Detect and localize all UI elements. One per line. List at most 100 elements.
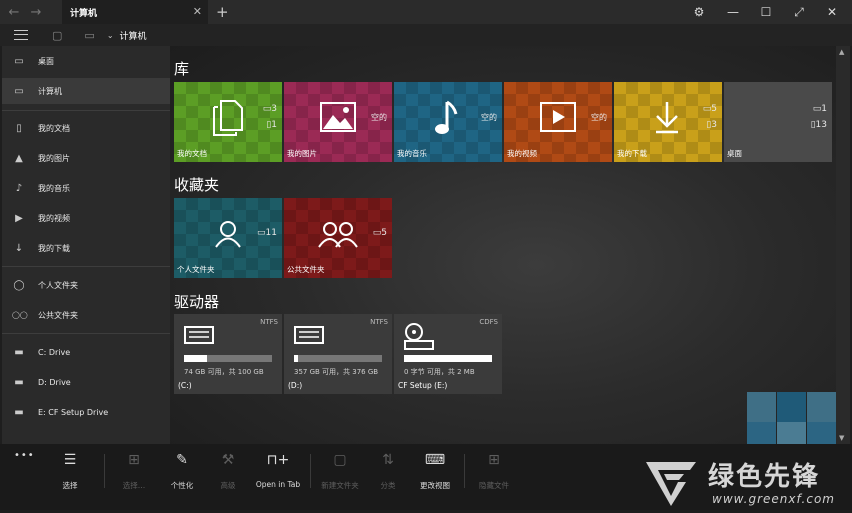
- hard-drive-icon: [184, 326, 214, 344]
- sidebar: ▭ 桌面 ▭ 计算机 ▯ 我的文档 ▲ 我的图片 ♪ 我的音乐 ▶ 我的视频 ↓…: [2, 46, 170, 444]
- drive-icon: ▬: [14, 346, 24, 358]
- watermark-logo-icon: [646, 462, 696, 506]
- chevron-down-icon[interactable]: ⌄: [107, 31, 114, 40]
- more-options-icon[interactable]: •••: [14, 450, 35, 461]
- command-label: 高级: [220, 481, 236, 490]
- watermark-text: 绿色先锋: [708, 462, 821, 492]
- library-tile-music[interactable]: 空的 我的音乐: [394, 82, 502, 162]
- sidebar-item-personal-folder[interactable]: ◯ 个人文件夹: [2, 272, 170, 298]
- library-tile-pictures[interactable]: 空的 我的图片: [284, 82, 392, 162]
- drive-tile-e[interactable]: CDFS 0 字节 可用，共 2 MB CF Setup (E:): [394, 314, 502, 394]
- folder-icon: ▭: [14, 55, 24, 67]
- open-in-tab-command[interactable]: ⊓+ Open in Tab: [250, 452, 306, 489]
- command-separator: [464, 454, 465, 488]
- folder-count: ▭1: [812, 104, 827, 114]
- breadcrumb[interactable]: 计算机: [120, 29, 147, 42]
- drive-tile-c[interactable]: NTFS 74 GB 可用，共 100 GB (C:): [174, 314, 282, 394]
- new-tab-button[interactable]: +: [216, 3, 229, 21]
- pane-icon[interactable]: ▢: [52, 29, 62, 42]
- file-system-label: NTFS: [370, 318, 388, 326]
- sidebar-item-music[interactable]: ♪ 我的音乐: [2, 175, 170, 201]
- sidebar-item-label: C: Drive: [38, 347, 71, 357]
- file-count: ▯13: [810, 120, 827, 130]
- fullscreen-button[interactable]: ⤢: [784, 0, 814, 24]
- capacity-text: 0 字节 可用，共 2 MB: [404, 368, 475, 376]
- folder-count: ▭5: [372, 228, 387, 238]
- tile-label: 个人文件夹: [177, 265, 215, 274]
- sidebar-item-computer[interactable]: ▭ 计算机: [2, 78, 170, 104]
- tab-title: 计算机: [70, 8, 98, 19]
- sidebar-item-desktop[interactable]: ▭ 桌面: [2, 48, 170, 74]
- drive-tile-d[interactable]: NTFS 357 GB 可用，共 376 GB (D:): [284, 314, 392, 394]
- empty-indicator: 空的: [481, 113, 497, 122]
- empty-indicator: 空的: [591, 113, 607, 122]
- music-note-icon: [435, 100, 458, 134]
- sidebar-item-documents[interactable]: ▯ 我的文档: [2, 115, 170, 141]
- section-title-favorites: 收藏夹: [174, 176, 220, 194]
- tab-computer[interactable]: 计算机 ✕: [62, 0, 208, 24]
- picture-icon: ▲: [15, 152, 23, 164]
- sidebar-item-drive-e[interactable]: ▬ E: CF Setup Drive: [2, 399, 170, 425]
- capacity-text: 357 GB 可用，共 376 GB: [294, 368, 379, 376]
- open-in-tab-icon: ⊓+: [266, 452, 290, 468]
- select-command[interactable]: ☰ 选择: [42, 452, 98, 491]
- scroll-up-icon[interactable]: ▲: [839, 48, 844, 56]
- back-arrow-icon[interactable]: ←: [6, 0, 22, 24]
- sidebar-item-label: 桌面: [38, 56, 54, 66]
- minimize-button[interactable]: —: [718, 0, 748, 24]
- sidebar-item-label: D: Drive: [38, 377, 71, 387]
- library-tile-downloads[interactable]: ▭5 ▯3 我的下载: [614, 82, 722, 162]
- watermark-square: [777, 392, 806, 422]
- computer-icon: ▭: [14, 85, 24, 97]
- settings-gear-icon[interactable]: ⚙: [684, 0, 714, 24]
- library-tile-desktop[interactable]: ▭1 ▯13 桌面: [724, 82, 832, 162]
- tile-label: 我的图片: [287, 149, 317, 158]
- title-bar: ← → 计算机 ✕ + ⚙ — ☐ ⤢ ✕: [0, 0, 852, 24]
- maximize-button[interactable]: ☐: [751, 0, 781, 24]
- change-view-command[interactable]: ⌨ 更改视图: [407, 452, 463, 491]
- sidebar-item-label: E: CF Setup Drive: [38, 407, 109, 417]
- tile-label: 桌面: [727, 149, 742, 158]
- sidebar-item-label: 我的下载: [38, 243, 70, 253]
- tab-close-icon[interactable]: ✕: [193, 5, 202, 18]
- usage-bar: [294, 355, 382, 362]
- tile-label: 我的文档: [177, 149, 207, 158]
- command-label: 隐藏文件: [479, 481, 509, 490]
- sidebar-item-pictures[interactable]: ▲ 我的图片: [2, 145, 170, 171]
- section-title-drives: 驱动器: [174, 293, 220, 311]
- sidebar-item-videos[interactable]: ▶ 我的视频: [2, 205, 170, 231]
- favorite-tile-personal-folder[interactable]: ▭11 个人文件夹: [174, 198, 282, 278]
- user-icon: ◯: [13, 279, 25, 291]
- tile-label: 我的视频: [507, 149, 537, 158]
- user-icon: [215, 221, 241, 248]
- sidebar-item-label: 我的视频: [38, 213, 70, 223]
- sidebar-item-label: 计算机: [38, 86, 62, 96]
- folder-count: ▭5: [702, 104, 717, 114]
- usage-bar-fill: [184, 355, 207, 362]
- documents-icon: [213, 100, 243, 136]
- watermark: 绿色先锋 www.greenxf.com: [640, 452, 850, 510]
- sidebar-item-public-folder[interactable]: ◯◯ 公共文件夹: [2, 302, 170, 328]
- sidebar-item-drive-d[interactable]: ▬ D: Drive: [2, 369, 170, 395]
- hide-files-icon: ⊞: [488, 452, 500, 468]
- section-title-libraries: 库: [174, 60, 190, 78]
- command-separator: [104, 454, 105, 488]
- favorite-tile-public-folder[interactable]: ▭5 公共文件夹: [284, 198, 392, 278]
- library-tile-videos[interactable]: 空的 我的视频: [504, 82, 612, 162]
- library-tile-documents[interactable]: ▭3 ▯1 我的文档: [174, 82, 282, 162]
- folder-count: ▭3: [262, 104, 277, 114]
- close-window-button[interactable]: ✕: [817, 0, 847, 24]
- vertical-scrollbar[interactable]: ▲ ▼: [836, 46, 850, 444]
- hide-files-command[interactable]: ⊞ 隐藏文件: [466, 452, 522, 491]
- drive-name: CF Setup (E:): [398, 381, 448, 390]
- sidebar-item-downloads[interactable]: ↓ 我的下载: [2, 235, 170, 261]
- advanced-command[interactable]: ⚒ 高级: [200, 452, 256, 491]
- scroll-down-icon[interactable]: ▼: [839, 434, 844, 442]
- watermark-square: [807, 392, 836, 422]
- monitor-icon[interactable]: ▭: [84, 29, 94, 42]
- hamburger-menu-icon[interactable]: [14, 30, 28, 40]
- usage-bar-fill: [404, 355, 492, 362]
- forward-arrow-icon[interactable]: →: [28, 0, 44, 24]
- sidebar-item-drive-c[interactable]: ▬ C: Drive: [2, 339, 170, 365]
- watermark-square: [747, 392, 776, 422]
